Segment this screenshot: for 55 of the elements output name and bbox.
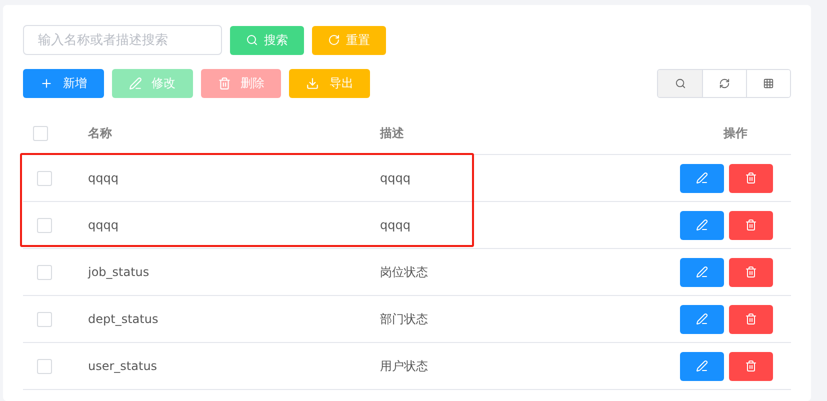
pen-icon [696,266,708,278]
table-cell-text: 用户状态 [380,358,429,374]
delete-button[interactable] [729,210,773,240]
row-checkbox[interactable] [37,218,52,232]
table-cell-text: 岗位状态 [380,264,429,280]
search-button[interactable]: 搜索 [230,26,304,54]
table-cell-text: qqqq [380,171,412,185]
column-header: 名称 [88,124,113,142]
table-cell-text: job_status [88,265,150,279]
pen-icon [128,77,142,90]
edit-button[interactable] [680,304,724,334]
trash-icon [218,77,231,90]
columns-tool-button[interactable] [746,70,790,97]
download-icon [306,77,320,90]
pen-icon [696,219,708,231]
column-header: 操作 [722,124,748,142]
add-button[interactable]: 新增 [23,69,104,98]
trash-icon [745,360,757,372]
delete-button[interactable] [729,352,773,380]
table-cell-text: user_status [88,359,158,373]
edit-button[interactable] [680,258,724,286]
edit-button[interactable] [680,164,724,192]
table-cell-text: dept_status [88,312,160,326]
edit-button[interactable] [680,210,724,240]
export-button[interactable]: 导出 [289,69,370,98]
grid-icon [763,78,774,89]
plus-icon [40,77,53,90]
row-checkbox[interactable] [37,170,52,186]
pen-icon [696,360,708,372]
row-checkbox[interactable] [37,358,52,374]
select-all-checkbox[interactable] [33,126,48,140]
trash-icon [745,172,757,184]
pen-icon [696,172,708,184]
delete-button[interactable] [729,258,773,286]
reset-icon [328,34,340,46]
delete-button[interactable] [729,304,773,334]
trash-icon [745,266,757,278]
refresh-icon [719,78,730,89]
table-cell-text: qqqq [88,218,120,232]
reset-button[interactable]: 重置 [312,26,386,54]
trash-icon [745,219,757,231]
row-checkbox[interactable] [37,264,52,280]
edit-button[interactable] [680,352,724,380]
search-icon [246,34,258,46]
search-icon [674,78,686,89]
table-cell-text: qqqq [380,218,412,232]
table-cell-text: qqqq [88,171,120,185]
row-checkbox[interactable] [37,312,52,326]
trash-icon [745,313,757,325]
search-tool-button[interactable] [658,70,702,97]
search-field[interactable]: 输入名称或者描述搜索 [23,25,222,55]
pen-icon [696,313,708,325]
table-cell-text: 部门状态 [380,310,429,328]
delete-button[interactable] [729,164,773,192]
column-header: 描述 [380,124,405,142]
